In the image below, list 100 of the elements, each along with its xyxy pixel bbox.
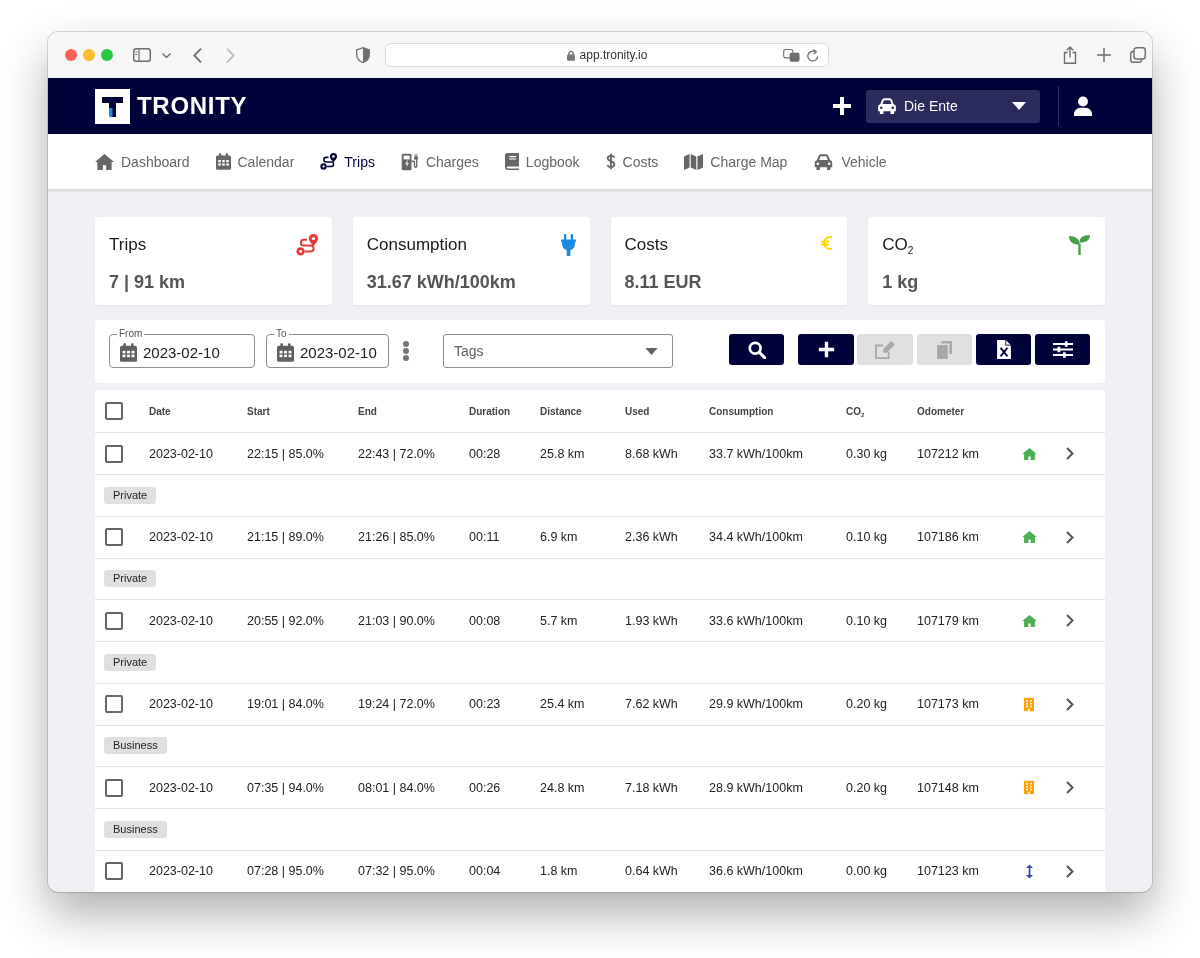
lock-icon — [566, 49, 575, 61]
stat-value: 8.11 EUR — [624, 272, 703, 292]
vehicle-dropdown[interactable]: Die Ente — [866, 89, 1040, 123]
export-button[interactable] — [976, 334, 1031, 365]
row-checkbox[interactable] — [105, 611, 123, 630]
column-header[interactable]: Start — [247, 405, 358, 417]
dollar-icon — [605, 153, 616, 170]
car-icon — [876, 98, 898, 114]
stat-value: 31.67 kWh/100km — [366, 272, 517, 292]
chevron-right-icon[interactable] — [1066, 864, 1074, 878]
new-tab-icon[interactable] — [1097, 48, 1111, 62]
nav-tab[interactable]: Logbook — [504, 153, 580, 170]
more-icon[interactable] — [403, 341, 409, 361]
chevron-right-icon[interactable] — [1066, 697, 1074, 711]
trip-tag[interactable]: Private — [104, 570, 157, 588]
table-cell-text: 107179 km — [917, 613, 980, 628]
house-icon — [1021, 614, 1037, 627]
table-cell-text: 0.00 kg — [846, 864, 888, 878]
close-icon[interactable] — [65, 49, 77, 61]
search-button[interactable] — [729, 334, 784, 365]
table-cell-text: 7.62 kWh — [625, 697, 679, 711]
sprout-icon — [1068, 234, 1091, 255]
logo-icon[interactable] — [95, 88, 130, 124]
column-header[interactable]: Used — [625, 405, 709, 417]
table-cell-text: 107173 km — [917, 697, 980, 711]
reload-icon[interactable] — [807, 48, 819, 62]
user-icon[interactable] — [1074, 96, 1092, 116]
nav-tab[interactable]: Charge Map — [684, 153, 788, 170]
table-cell-text: 00:26 — [469, 780, 502, 795]
table-cell-text: 2.36 kWh — [625, 530, 679, 544]
nav-tab[interactable]: Charges — [400, 152, 479, 171]
shield-icon[interactable] — [356, 47, 370, 63]
house-icon — [1021, 531, 1037, 543]
from-date-field[interactable]: From 2023-02-10 — [109, 329, 255, 368]
trip-tag[interactable]: Private — [104, 486, 157, 504]
table-cell-text: 0.64 kWh — [625, 864, 679, 878]
plug-icon — [560, 234, 576, 256]
building-icon — [1024, 780, 1034, 795]
table-cell-text: 2023-02-10 — [149, 613, 214, 628]
map-icon — [684, 153, 704, 170]
stat-title: Consumption — [366, 236, 467, 254]
tags-dropdown[interactable]: Tags — [443, 334, 673, 368]
column-header[interactable]: End — [358, 405, 469, 417]
trip-tag[interactable]: Business — [104, 737, 167, 755]
tabs-icon[interactable] — [1130, 47, 1146, 63]
plus-icon — [817, 341, 835, 358]
row-checkbox[interactable] — [105, 528, 123, 546]
translate-icon[interactable] — [783, 48, 800, 62]
nav-tab[interactable]: Costs — [605, 153, 659, 170]
chevron-right-icon[interactable] — [1066, 447, 1074, 460]
table-cell-text: 19:24 | 72.0% — [358, 697, 436, 711]
sidebar-icon[interactable] — [133, 48, 151, 62]
caret-icon — [1012, 102, 1026, 110]
row-checkbox[interactable] — [105, 862, 123, 880]
column-header[interactable]: Distance — [540, 405, 625, 417]
column-header[interactable]: Consumption — [709, 405, 846, 417]
share-icon[interactable] — [1063, 46, 1077, 64]
row-checkbox[interactable] — [105, 778, 123, 797]
select-all-checkbox[interactable] — [105, 402, 123, 420]
column-header[interactable]: Odometer — [917, 405, 1017, 417]
table-cell-text: 107186 km — [917, 530, 980, 544]
filter-settings-button[interactable] — [1035, 334, 1090, 365]
row-checkbox[interactable] — [105, 444, 123, 463]
table-cell-text: 07:35 | 94.0% — [247, 780, 325, 795]
stat-title: Costs — [624, 236, 668, 254]
brand-name[interactable]: TRONITY — [137, 92, 248, 120]
nav-tab[interactable]: Dashboard — [95, 153, 190, 170]
route-icon — [295, 234, 318, 256]
table-cell-text: 107148 km — [917, 780, 980, 795]
column-header[interactable]: Date — [149, 405, 247, 417]
table-cell-text: 07:32 | 95.0% — [358, 864, 436, 878]
table-cell-text: 21:15 | 89.0% — [247, 530, 325, 544]
add-button[interactable] — [798, 334, 854, 365]
plus-icon[interactable] — [832, 96, 852, 116]
table-cell-text: 1.8 km — [540, 864, 579, 878]
charging-station-icon — [400, 152, 419, 171]
url-text: app.tronity.io — [579, 48, 648, 62]
chevron-down-icon[interactable] — [162, 52, 171, 58]
nav-tab[interactable]: Calendar — [215, 153, 295, 170]
table-cell-text: 25.8 km — [540, 446, 586, 461]
column-header[interactable]: Duration — [469, 405, 540, 417]
stat-title: CO$_{2}$ — [882, 236, 914, 254]
row-checkbox[interactable] — [105, 695, 123, 713]
calendar-icon — [277, 343, 294, 362]
trip-tag[interactable]: Private — [104, 653, 157, 671]
file-x-icon — [996, 340, 1011, 359]
table-cell-text: 20:55 | 92.0% — [247, 613, 325, 628]
to-date-field[interactable]: To 2023-02-10 — [266, 329, 389, 368]
chevron-right-icon[interactable] — [1066, 530, 1074, 544]
table-cell-text: 08:01 | 84.0% — [358, 780, 436, 795]
chevron-right-icon[interactable] — [1066, 614, 1074, 627]
nav-tab[interactable]: Vehicle — [813, 153, 887, 170]
address-field[interactable]: app.tronity.io — [385, 43, 829, 67]
trip-tag[interactable]: Business — [104, 820, 167, 838]
nav-tab[interactable]: Trips — [320, 153, 375, 170]
column-header[interactable]: CO$_{2}$ — [846, 405, 917, 417]
chevron-right-icon[interactable] — [1066, 781, 1074, 794]
table-cell-text: 28.9 kWh/100km — [709, 780, 804, 795]
table-cell-text: 19:01 | 84.0% — [247, 697, 325, 711]
table-cell-text: 22:15 | 85.0% — [247, 446, 325, 461]
